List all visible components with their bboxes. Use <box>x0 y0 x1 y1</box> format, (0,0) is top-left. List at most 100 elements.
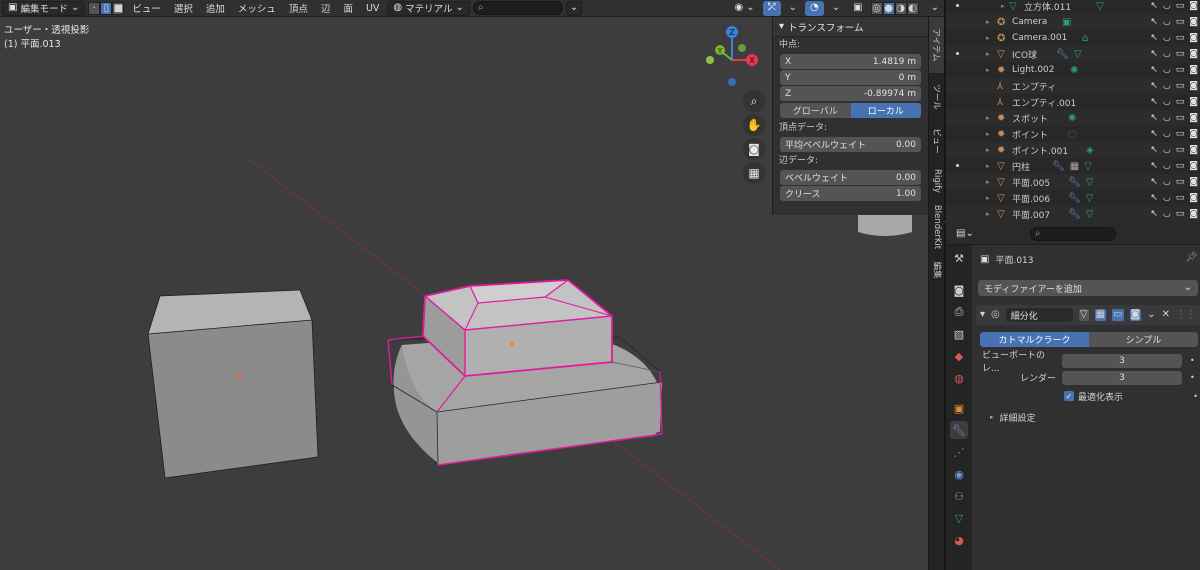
eye-icon[interactable]: ◡ <box>1163 193 1171 203</box>
monitor-icon[interactable]: ▭ <box>1176 193 1185 203</box>
bevel-weight-field[interactable]: ベベルウェイト 0.00 <box>780 170 921 185</box>
material-shading-icon[interactable]: ◑ <box>894 1 907 15</box>
mode-dropdown[interactable]: ▣ 編集モード ⌄ <box>2 0 86 16</box>
simple-button[interactable]: シンプル <box>1089 332 1198 347</box>
local-button[interactable]: ローカル <box>850 103 921 118</box>
expand-arrow-icon[interactable]: ▸ <box>986 114 990 122</box>
vertex-select-icon[interactable]: · <box>88 1 101 15</box>
eye-icon[interactable]: ◡ <box>1163 177 1171 187</box>
list-item[interactable]: ▸ ▽ 円柱 🔧︎ ▦ ▽ ↖ ◡ ▭ ◙ <box>946 158 1200 174</box>
list-item[interactable]: ▸ ▽ ICO球 🔧︎ ▽ ↖ ◡ ▭ ◙ <box>946 46 1200 62</box>
eye-icon[interactable]: ◡ <box>1163 209 1171 219</box>
outliner[interactable]: ▸ ▽ 立方体.011 ▽ ↖ ◡ ▭ ◙ ▸ ✪ Camera ▣ ↖ ◡ ▭ ◙ ▸ ✪… <box>944 0 1200 221</box>
select-arrow-icon[interactable]: ↖ <box>1150 209 1158 219</box>
keyframe-dot-icon[interactable]: • <box>1193 392 1198 401</box>
eye-icon[interactable]: ◡ <box>1163 49 1171 59</box>
xray-toggle[interactable]: ▣ <box>848 1 867 16</box>
menu-face[interactable]: 面 <box>338 1 358 16</box>
render-camera-icon[interactable]: ◙ <box>1189 49 1198 59</box>
properties-search-input[interactable]: ⌕ <box>1029 226 1116 241</box>
list-item[interactable]: ▸ ✹ ポイント.001 ◈ ↖ ◡ ▭ ◙ <box>946 142 1200 158</box>
add-modifier-dropdown[interactable]: モディファイアーを追加 ⌄ <box>978 280 1198 296</box>
advanced-subpanel-header[interactable]: ▸ 詳細設定 <box>990 411 1036 425</box>
tab-blenderkit[interactable]: BlenderKit <box>929 201 944 253</box>
monitor-icon[interactable]: ▭ <box>1176 177 1185 187</box>
world-tab-icon[interactable]: ◍ <box>950 369 968 387</box>
monitor-icon[interactable]: ▭ <box>1176 113 1185 123</box>
tab-edit[interactable]: 編集 <box>929 255 944 285</box>
ortho-grid-icon[interactable]: ▦ <box>743 162 765 184</box>
render-camera-icon[interactable]: ◙ <box>1189 177 1198 187</box>
gizmo-dropdown[interactable]: ⌄ <box>784 1 802 16</box>
global-button[interactable]: グローバル <box>780 103 851 118</box>
modifier-tab-icon[interactable]: 🔧︎ <box>950 421 968 439</box>
face-select-icon[interactable]: ■ <box>112 1 125 15</box>
render-camera-icon[interactable]: ◙ <box>1189 145 1198 155</box>
render-camera-icon[interactable]: ◙ <box>1189 65 1198 75</box>
header-search-input[interactable]: ⌕ <box>472 1 563 15</box>
eye-icon[interactable]: ◡ <box>1163 113 1171 123</box>
expand-arrow-icon[interactable]: ▸ <box>986 178 990 186</box>
list-item[interactable]: ⅄ エンプティ ↖ ◡ ▭ ◙ <box>946 78 1200 94</box>
viewport-toggle-icon[interactable]: ▭ <box>1112 309 1124 321</box>
constraints-tab-icon[interactable]: ⚇ <box>950 487 968 505</box>
menu-select[interactable]: 選択 <box>169 1 198 16</box>
overlay-dropdown[interactable]: ⌄ <box>827 1 845 16</box>
select-arrow-icon[interactable]: ↖ <box>1150 1 1158 11</box>
expand-arrow-icon[interactable]: ▸ <box>986 66 990 74</box>
select-arrow-icon[interactable]: ↖ <box>1150 145 1158 155</box>
eye-icon[interactable]: ◡ <box>1163 17 1171 27</box>
tool-tab-icon[interactable]: ⚒ <box>950 249 968 267</box>
list-item[interactable]: ▸ ✹ ポイント ◌ ↖ ◡ ▭ ◙ <box>946 126 1200 142</box>
render-tab-icon[interactable]: ◙ <box>950 281 968 299</box>
close-icon[interactable]: ✕ <box>1162 310 1170 320</box>
visibility-dropdown[interactable]: ◉ ⌄ <box>730 1 760 16</box>
keyframe-dot-icon[interactable]: • <box>1190 373 1195 382</box>
particles-tab-icon[interactable]: ⋰ <box>950 443 968 461</box>
select-arrow-icon[interactable]: ↖ <box>1150 129 1158 139</box>
expand-arrow-icon[interactable]: ▸ <box>986 34 990 42</box>
expand-arrow-icon[interactable]: ▸ <box>986 210 990 218</box>
menu-vertex[interactable]: 頂点 <box>284 1 313 16</box>
mean-bevel-weight-field[interactable]: 平均ベベルウェイト 0.00 <box>780 137 921 152</box>
menu-mesh[interactable]: メッシュ <box>233 1 281 16</box>
eye-icon[interactable]: ◡ <box>1163 65 1171 75</box>
list-item[interactable]: ▸ ▽ 平面.007 🔧︎ ▽ ↖ ◡ ▭ ◙ <box>946 206 1200 221</box>
tab-view[interactable]: ビュー <box>929 121 944 161</box>
list-item[interactable]: ⅄ エンプティ.001 ↖ ◡ ▭ ◙ <box>946 94 1200 110</box>
monitor-icon[interactable]: ▭ <box>1176 49 1185 59</box>
select-arrow-icon[interactable]: ↖ <box>1150 97 1158 107</box>
orientation-dropdown[interactable]: ◍ マテリアル ⌄ <box>387 0 470 16</box>
transform-panel-header[interactable]: ▾ トランスフォーム <box>773 17 928 37</box>
eye-icon[interactable]: ◡ <box>1163 145 1171 155</box>
output-tab-icon[interactable]: ⎙ <box>950 303 968 321</box>
menu-uv[interactable]: UV <box>361 1 384 16</box>
overlay-toggle[interactable]: ◔ <box>805 0 824 16</box>
eye-icon[interactable]: ◡ <box>1163 33 1171 43</box>
keyframe-dot-icon[interactable]: • <box>1190 356 1195 365</box>
monitor-icon[interactable]: ▭ <box>1176 129 1185 139</box>
render-camera-icon[interactable]: ◙ <box>1189 1 1198 11</box>
camera-view-icon[interactable]: ◙ <box>743 138 765 160</box>
monitor-icon[interactable]: ▭ <box>1176 145 1185 155</box>
monitor-icon[interactable]: ▭ <box>1176 65 1185 75</box>
view-layer-tab-icon[interactable]: ▧ <box>950 325 968 343</box>
viewport-levels-field[interactable]: 3 <box>1062 353 1182 368</box>
select-arrow-icon[interactable]: ↖ <box>1150 113 1158 123</box>
render-camera-icon[interactable]: ◙ <box>1189 161 1198 171</box>
eye-icon[interactable]: ◡ <box>1163 97 1171 107</box>
eye-icon[interactable]: ◡ <box>1163 161 1171 171</box>
modifier-name-field[interactable]: 細分化 <box>1005 308 1073 322</box>
zoom-icon[interactable]: ⌕ <box>743 90 765 112</box>
edge-select-icon[interactable]: ▯ <box>100 1 113 15</box>
render-levels-field[interactable]: 3 <box>1062 370 1182 385</box>
expand-arrow-icon[interactable]: ▸ <box>986 18 990 26</box>
shading-dropdown[interactable]: ⌄ <box>926 1 944 16</box>
list-item[interactable]: ▸ ✹ スポット ✺ ↖ ◡ ▭ ◙ <box>946 110 1200 126</box>
gizmo-toggle[interactable]: ⤱ <box>762 0 781 16</box>
header-dropdown-toggle[interactable]: ⌄ <box>565 0 582 16</box>
pan-hand-icon[interactable]: ✋ <box>743 114 765 136</box>
render-camera-icon[interactable]: ◙ <box>1189 33 1198 43</box>
eye-icon[interactable]: ◡ <box>1163 81 1171 91</box>
select-arrow-icon[interactable]: ↖ <box>1150 177 1158 187</box>
